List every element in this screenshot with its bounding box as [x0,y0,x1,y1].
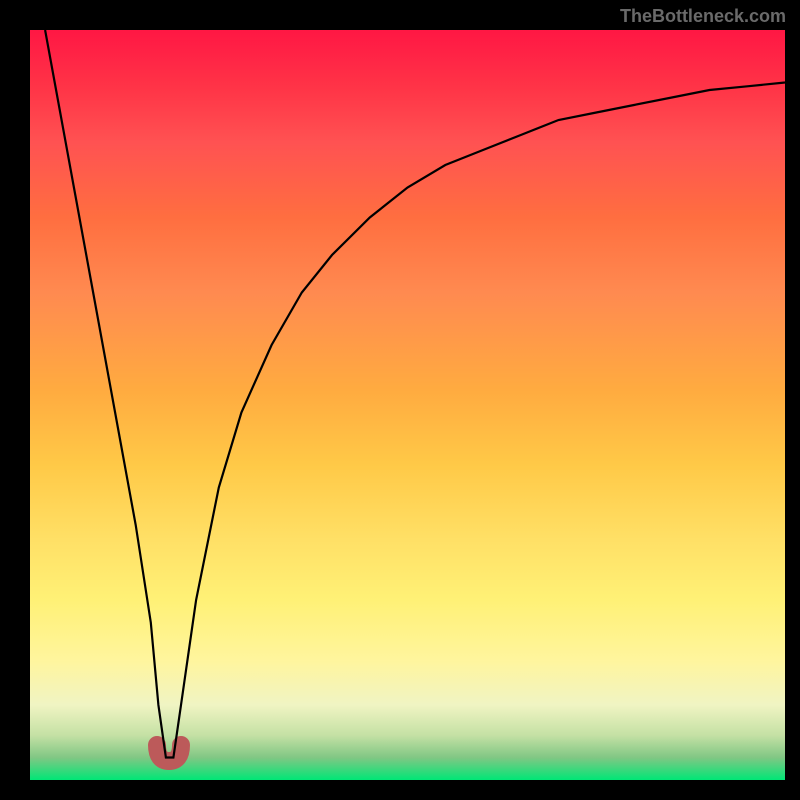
watermark-text: TheBottleneck.com [620,6,786,27]
bottleneck-curve [30,30,785,780]
